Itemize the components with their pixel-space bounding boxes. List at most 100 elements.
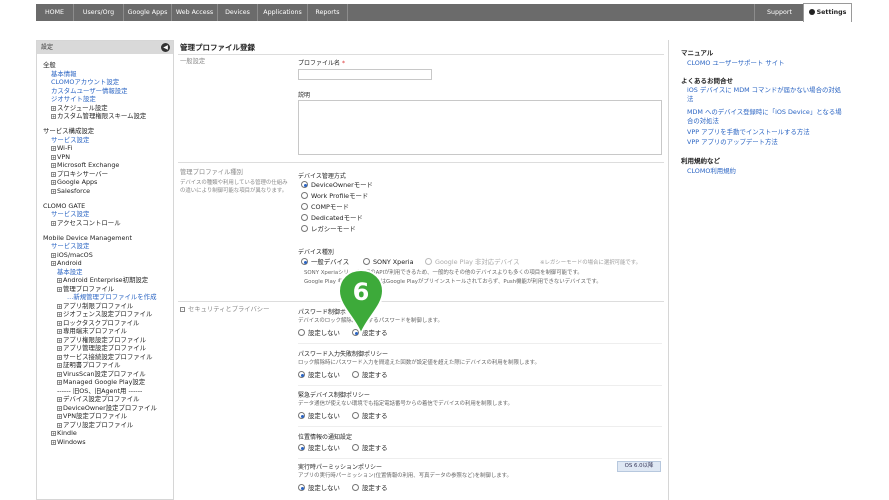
nav-web-access[interactable]: Web Access xyxy=(172,4,218,21)
expand-icon[interactable]: + xyxy=(51,252,56,258)
expand-icon[interactable]: + xyxy=(51,114,56,119)
radio-option[interactable]: 設定しない xyxy=(298,444,340,453)
radio-button[interactable] xyxy=(298,412,305,419)
radio-option[interactable]: 一般デバイス xyxy=(301,258,349,267)
nav-users-org[interactable]: Users/Org xyxy=(74,4,124,21)
security-section-label[interactable]: - セキュリティとプライバシー xyxy=(180,306,269,315)
sidebar-item[interactable]: サービス設定 xyxy=(51,242,89,251)
sidebar-item[interactable]: + VPN設定プロファイル xyxy=(57,412,127,421)
radio-option[interactable]: SONY Xperia xyxy=(363,258,414,267)
manual-link-support-site[interactable]: CLOMO ユーザーサポート サイト xyxy=(687,59,847,68)
sidebar-item[interactable]: サービス設定 xyxy=(51,136,89,145)
radio-option[interactable]: COMPモード xyxy=(301,203,349,212)
nav-applications[interactable]: Applications xyxy=(258,4,308,21)
radio-option[interactable]: レガシーモード xyxy=(301,225,356,234)
sidebar-item[interactable]: + アプリ権限設定プロファイル xyxy=(57,336,146,345)
radio-button[interactable] xyxy=(352,371,359,378)
radio-option[interactable]: 設定する xyxy=(352,371,388,380)
sidebar-item[interactable]: + プロキシサーバー xyxy=(51,170,108,179)
radio-button[interactable] xyxy=(363,258,370,265)
sidebar-item[interactable]: ------ 旧OS、旧Agent用 ------ xyxy=(57,387,142,396)
nav-devices[interactable]: Devices xyxy=(218,4,258,21)
radio-option[interactable]: Dedicatedモード xyxy=(301,214,363,223)
expand-icon[interactable]: + xyxy=(57,363,62,368)
faq-link-vpp-update[interactable]: VPP アプリのアップデート方法 xyxy=(687,138,847,147)
expand-icon[interactable]: + xyxy=(51,154,56,160)
expand-icon[interactable]: + xyxy=(51,171,56,177)
sidebar-item[interactable]: + スケジュール設定 xyxy=(51,104,108,113)
sidebar-item[interactable]: 基本情報 xyxy=(51,70,77,79)
chevron-left-icon[interactable]: ◀ xyxy=(161,43,170,52)
sidebar-item[interactable]: + 専用端末プロファイル xyxy=(57,327,127,336)
expand-icon[interactable]: + xyxy=(57,380,62,385)
expand-icon[interactable]: + xyxy=(51,188,56,194)
radio-button[interactable] xyxy=(301,214,308,221)
radio-button[interactable] xyxy=(352,412,359,419)
sidebar-item[interactable]: + Wi-Fi xyxy=(51,144,72,153)
nav-home[interactable]: HOME xyxy=(36,4,74,21)
expand-icon[interactable]: + xyxy=(57,422,62,428)
sidebar-item[interactable]: + Android Enterprise初期設定 xyxy=(57,276,148,285)
expand-icon[interactable]: + xyxy=(57,397,62,402)
sidebar-item[interactable]: …新規管理プロファイルを作成 xyxy=(67,293,156,302)
terms-link[interactable]: CLOMO利用規約 xyxy=(687,167,847,176)
expand-icon[interactable]: + xyxy=(57,278,62,283)
expand-icon[interactable]: + xyxy=(57,337,62,343)
radio-option[interactable]: 設定しない xyxy=(298,484,340,493)
radio-button[interactable] xyxy=(301,192,308,199)
radio-button[interactable] xyxy=(301,225,308,232)
radio-option[interactable]: 設定する xyxy=(352,484,388,493)
sidebar-item[interactable]: + Microsoft Exchange xyxy=(51,161,119,170)
radio-option[interactable]: DeviceOwnerモード xyxy=(301,181,373,190)
radio-button[interactable] xyxy=(298,371,305,378)
expand-icon[interactable]: + xyxy=(57,286,62,292)
expand-icon[interactable]: + xyxy=(57,414,62,419)
sidebar-item[interactable]: + アプリ管理設定プロファイル xyxy=(57,344,146,353)
expand-icon[interactable]: + xyxy=(51,105,56,111)
sidebar-item[interactable]: + VirusScan設定プロファイル xyxy=(57,370,146,379)
sidebar-item[interactable]: + Windows xyxy=(51,438,86,447)
radio-option[interactable]: 設定する xyxy=(352,444,388,453)
expand-icon[interactable]: + xyxy=(57,371,62,377)
sidebar-item[interactable]: + 証明書プロファイル xyxy=(57,361,121,370)
expand-icon[interactable]: + xyxy=(51,439,56,445)
sidebar-item[interactable]: カスタムユーザー情報設定 xyxy=(51,87,128,96)
description-textarea[interactable] xyxy=(298,100,662,155)
radio-button[interactable] xyxy=(298,484,305,491)
nav-support[interactable]: Support xyxy=(754,4,804,21)
expand-icon[interactable]: + xyxy=(51,180,56,185)
expand-icon[interactable]: + xyxy=(57,320,62,326)
expand-icon[interactable]: + xyxy=(51,146,56,151)
sidebar-item[interactable]: + カスタム管理権限スキーム設定 xyxy=(51,112,146,121)
expand-icon[interactable]: + xyxy=(57,312,62,317)
sidebar-item[interactable]: + Managed Google Play設定 xyxy=(57,378,145,387)
expand-icon[interactable]: + xyxy=(51,163,56,168)
expand-icon[interactable]: + xyxy=(51,261,56,266)
sidebar-item[interactable]: + Kindle xyxy=(51,429,77,438)
expand-icon[interactable]: + xyxy=(51,220,56,226)
sidebar-item[interactable]: + Google Apps xyxy=(51,178,97,187)
sidebar-item[interactable]: + Salesforce xyxy=(51,187,90,196)
sidebar-item[interactable]: CLOMOアカウント設定 xyxy=(51,78,119,87)
faq-link-mdm-command[interactable]: iOS デバイスに MDM コマンドが届かない場合の対処法 xyxy=(687,86,847,104)
sidebar-item[interactable]: + DeviceOwner設定プロファイル xyxy=(57,404,157,413)
radio-button[interactable] xyxy=(301,258,308,265)
expand-icon[interactable]: + xyxy=(57,329,62,334)
nav-settings-tab[interactable]: Settings xyxy=(803,3,852,22)
expand-icon[interactable]: + xyxy=(57,303,62,309)
sidebar-item[interactable]: + アクセスコントロール xyxy=(51,219,121,228)
sidebar-item[interactable]: + サービス接続設定プロファイル xyxy=(57,353,152,362)
radio-option[interactable]: 設定する xyxy=(352,412,388,421)
expand-icon[interactable]: + xyxy=(51,431,56,436)
sidebar-item[interactable]: + Android xyxy=(51,259,82,268)
radio-button[interactable] xyxy=(352,484,359,491)
nav-reports[interactable]: Reports xyxy=(308,4,348,21)
sidebar-item[interactable]: 基本設定 xyxy=(57,268,83,277)
profile-name-input[interactable] xyxy=(298,69,432,80)
radio-option[interactable]: 設定しない xyxy=(298,412,340,421)
sidebar-item[interactable]: + VPN xyxy=(51,153,70,162)
radio-button[interactable] xyxy=(301,203,308,210)
sidebar-item[interactable]: サービス設定 xyxy=(51,210,89,219)
sidebar-item[interactable]: ジオサイト設定 xyxy=(51,95,96,104)
faq-link-ios-device[interactable]: MDM へのデバイス登録時に「iOS Device」となる場合の対処法 xyxy=(687,108,847,126)
